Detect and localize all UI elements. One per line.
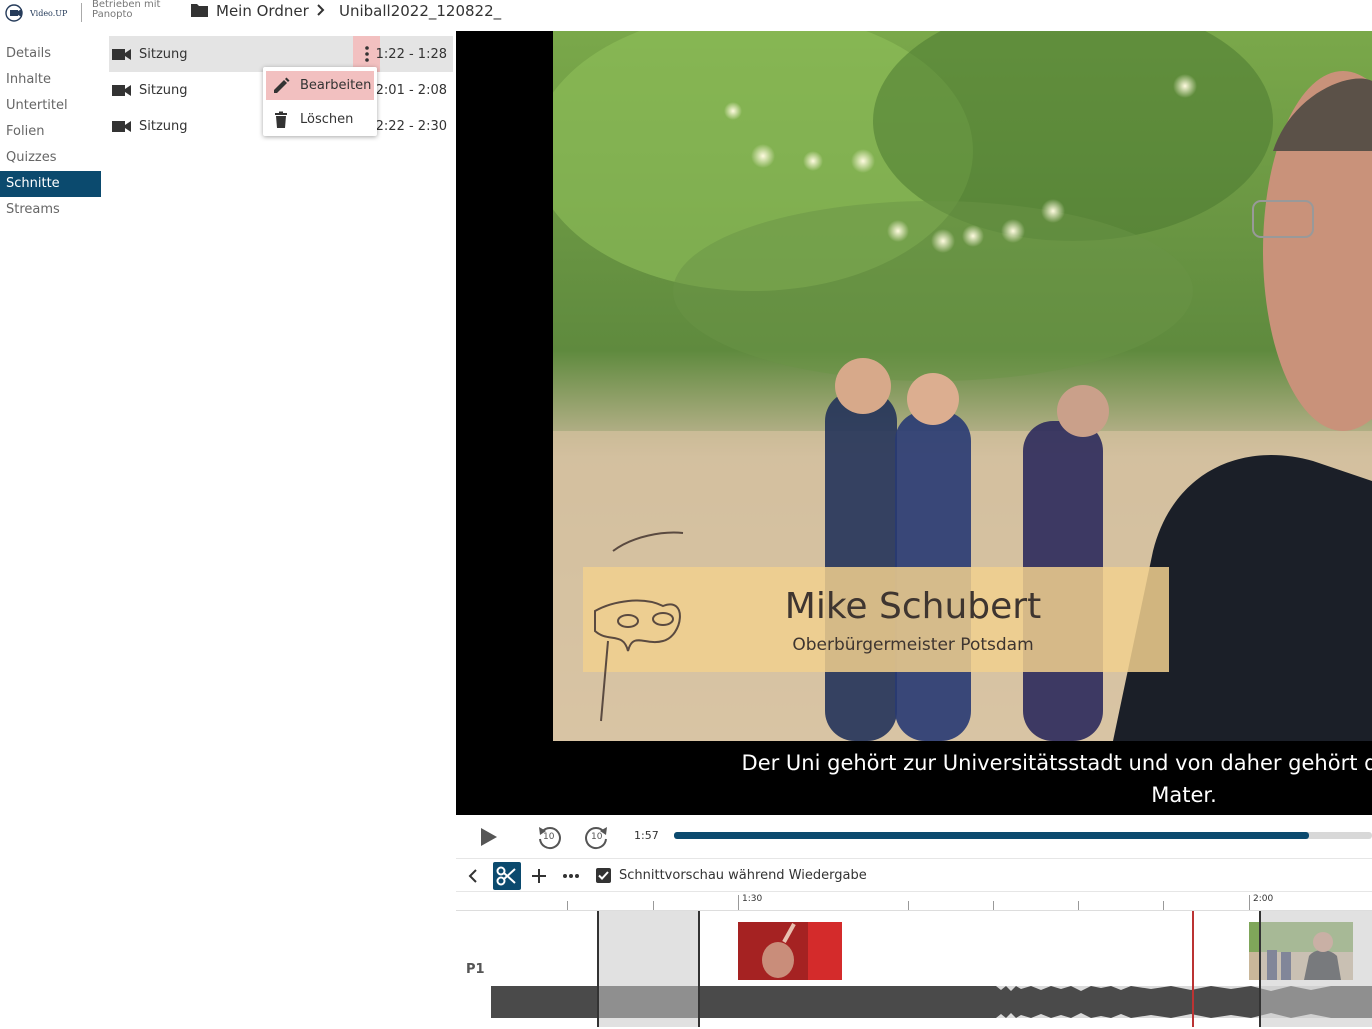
cut-label: Sitzung xyxy=(139,46,188,62)
folder-icon xyxy=(191,4,208,17)
ruler-tick xyxy=(738,895,739,910)
playhead[interactable] xyxy=(1192,911,1194,1027)
edit-menu-label: Bearbeiten xyxy=(300,78,372,93)
ruler-tick xyxy=(993,901,994,910)
sidebar-item-untertitel[interactable]: Untertitel xyxy=(0,93,101,119)
video-player[interactable]: Mike Schubert Oberbürgermeister Potsdam … xyxy=(456,31,1372,815)
cut-region[interactable] xyxy=(1259,911,1372,1027)
timeline[interactable]: 1:30 2:00 P1 xyxy=(456,892,1372,1029)
pencil-icon xyxy=(274,77,290,93)
progress-bar[interactable] xyxy=(674,832,1372,839)
add-icon[interactable] xyxy=(531,868,547,884)
play-icon[interactable] xyxy=(480,827,498,847)
video-still-image: Mike Schubert Oberbürgermeister Potsdam xyxy=(553,31,1372,741)
ruler-tick xyxy=(908,901,909,910)
kebab-icon xyxy=(364,46,369,62)
sidebar-item-quizzes[interactable]: Quizzes xyxy=(0,145,101,171)
forward-label: 10 xyxy=(591,832,603,842)
cut-label: Sitzung xyxy=(139,82,188,98)
chevron-left-icon[interactable] xyxy=(468,868,478,884)
cut-time-range: 2:22 - 2:30 xyxy=(375,118,447,134)
cut-time-range: 2:01 - 2:08 xyxy=(375,82,447,98)
video-camera-icon xyxy=(112,120,131,132)
checkmark-icon xyxy=(598,871,609,880)
subtitle-line-1: Der Uni gehört zur Universitätsstadt und… xyxy=(741,751,1372,775)
rewind-label: 10 xyxy=(543,832,555,842)
ruler-label: 2:00 xyxy=(1253,894,1274,904)
ruler-tick xyxy=(653,901,654,910)
player-controls: 10 10 1:57 xyxy=(456,815,1372,858)
ruler-tick xyxy=(1163,901,1164,910)
video-frame: Mike Schubert Oberbürgermeister Potsdam xyxy=(553,31,1372,741)
cut-tool-button[interactable] xyxy=(493,862,521,890)
top-bar: Video.UP Betrieben mit Panopto Mein Ordn… xyxy=(0,0,1372,31)
context-menu: Bearbeiten Löschen xyxy=(263,67,377,136)
powered-by-brand: Panopto xyxy=(92,9,133,20)
delete-menu-item[interactable]: Löschen xyxy=(266,105,374,134)
cut-label: Sitzung xyxy=(139,118,188,134)
ruler-tick xyxy=(1249,895,1250,910)
subtitle-caption: Der Uni gehört zur Universitätsstadt und… xyxy=(456,747,1372,811)
lower-third-title: Oberbürgermeister Potsdam xyxy=(792,635,1033,655)
breadcrumb-folder[interactable]: Mein Ordner xyxy=(216,2,309,20)
logo-divider xyxy=(81,3,82,22)
logo-icon xyxy=(5,4,23,22)
videoup-logo[interactable]: Video.UP xyxy=(4,2,74,24)
edit-menu-item[interactable]: Bearbeiten xyxy=(266,71,374,100)
cut-time-range: 1:22 - 1:28 xyxy=(375,46,447,62)
powered-by: Betrieben mit Panopto xyxy=(92,0,160,20)
edit-toolbar: Schnittvorschau während Wiedergabe xyxy=(456,858,1372,892)
lower-third-name: Mike Schubert xyxy=(785,586,1041,627)
subtitle-line-2: Mater. xyxy=(1151,783,1217,807)
clip-thumbnail-image xyxy=(738,922,842,980)
sidebar-item-schnitte[interactable]: Schnitte xyxy=(0,171,101,197)
forward-10-button[interactable]: 10 xyxy=(584,824,610,850)
sidebar-item-folien[interactable]: Folien xyxy=(0,119,101,145)
current-timecode: 1:57 xyxy=(634,829,659,842)
timeline-ruler: 1:30 2:00 xyxy=(456,892,1372,911)
clip-thumbnail[interactable] xyxy=(738,922,842,980)
ruler-label: 1:30 xyxy=(742,894,763,904)
progress-fill xyxy=(674,832,1310,839)
ruler-tick xyxy=(1078,901,1079,910)
video-camera-icon xyxy=(112,48,131,60)
more-horizontal-icon[interactable] xyxy=(562,873,580,879)
sidebar-item-streams[interactable]: Streams xyxy=(0,197,101,223)
sidebar-item-details[interactable]: Details xyxy=(0,41,101,67)
cut-preview-label: Schnittvorschau während Wiedergabe xyxy=(619,868,867,883)
sidebar-item-inhalte[interactable]: Inhalte xyxy=(0,67,101,93)
video-camera-icon xyxy=(112,84,131,96)
ruler-tick xyxy=(567,901,568,910)
cut-region[interactable] xyxy=(597,911,700,1027)
logo-text: Video.UP xyxy=(30,8,68,18)
track-label: P1 xyxy=(466,962,485,977)
scissors-icon xyxy=(496,866,516,886)
sidebar-nav: Details Inhalte Untertitel Folien Quizze… xyxy=(0,41,101,223)
chevron-right-icon xyxy=(317,4,325,16)
delete-menu-label: Löschen xyxy=(300,112,354,127)
breadcrumb-session: Uniball2022_120822_ xyxy=(339,2,502,20)
rewind-10-button[interactable]: 10 xyxy=(536,824,562,850)
cut-preview-checkbox[interactable] xyxy=(596,868,611,883)
trash-icon xyxy=(275,111,287,128)
track-p1[interactable] xyxy=(491,911,1372,1027)
